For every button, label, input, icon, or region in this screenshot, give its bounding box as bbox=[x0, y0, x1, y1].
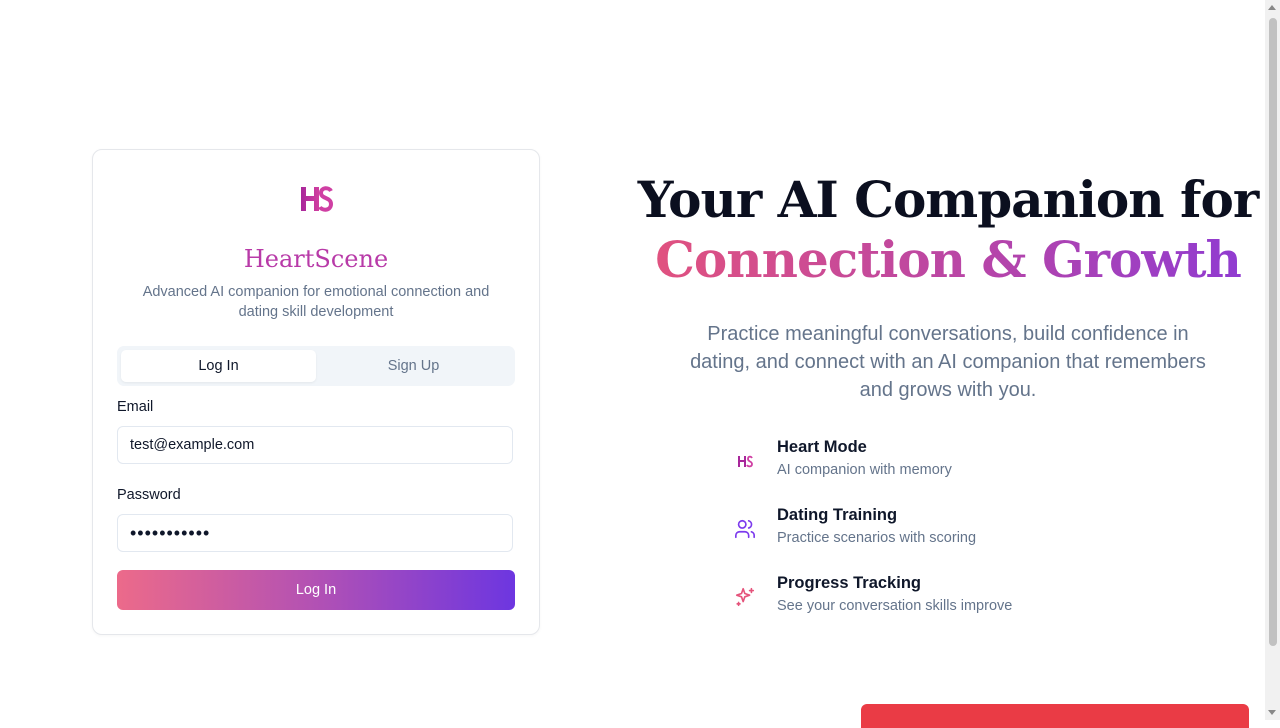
sparkles-icon bbox=[735, 587, 755, 607]
feature-heart-mode: Heart Mode AI companion with memory bbox=[734, 438, 1114, 486]
feature-description: See your conversation skills improve bbox=[777, 598, 1013, 614]
tab-log-in[interactable]: Log In bbox=[121, 350, 316, 382]
users-icon bbox=[735, 519, 755, 539]
scroll-up-icon[interactable] bbox=[1268, 5, 1276, 10]
hero-title-line2: Connection & Growth bbox=[620, 230, 1276, 290]
feature-description: Practice scenarios with scoring bbox=[777, 530, 977, 546]
email-label: Email bbox=[117, 399, 154, 415]
hero-title-line1: Your AI Companion for bbox=[637, 170, 1259, 229]
feature-title: Heart Mode bbox=[777, 438, 867, 456]
auth-card: HeartScene Advanced AI companion for emo… bbox=[92, 149, 540, 635]
password-label: Password bbox=[117, 487, 181, 503]
brand-tagline: Advanced AI companion for emotional conn… bbox=[142, 284, 490, 320]
feature-progress-tracking: Progress Tracking See your conversation … bbox=[734, 574, 1114, 622]
password-value: ••••••••••• bbox=[130, 522, 211, 543]
page-scrollbar[interactable] bbox=[1265, 0, 1280, 720]
feature-title: Dating Training bbox=[777, 506, 898, 524]
auth-tabs: Log In Sign Up bbox=[117, 346, 515, 386]
tab-sign-up[interactable]: Sign Up bbox=[316, 350, 511, 382]
hs-logo-icon bbox=[738, 455, 753, 468]
password-field[interactable]: ••••••••••• bbox=[117, 514, 513, 552]
hero-title: Your AI Companion for Connection & Growt… bbox=[620, 170, 1276, 290]
notification-banner[interactable] bbox=[861, 704, 1249, 728]
hero-subtitle: Practice meaningful conversations, build… bbox=[690, 323, 1206, 401]
hs-logo-icon bbox=[301, 186, 333, 212]
scroll-thumb[interactable] bbox=[1269, 18, 1277, 646]
feature-dating-training: Dating Training Practice scenarios with … bbox=[734, 506, 1114, 554]
feature-title: Progress Tracking bbox=[777, 574, 921, 592]
scroll-down-icon[interactable] bbox=[1268, 710, 1276, 715]
feature-description: AI companion with memory bbox=[777, 462, 952, 478]
email-value: test@example.com bbox=[130, 437, 255, 453]
log-in-button[interactable]: Log In bbox=[117, 570, 515, 610]
brand-name: HeartScene bbox=[243, 245, 389, 273]
email-field[interactable]: test@example.com bbox=[117, 426, 513, 464]
